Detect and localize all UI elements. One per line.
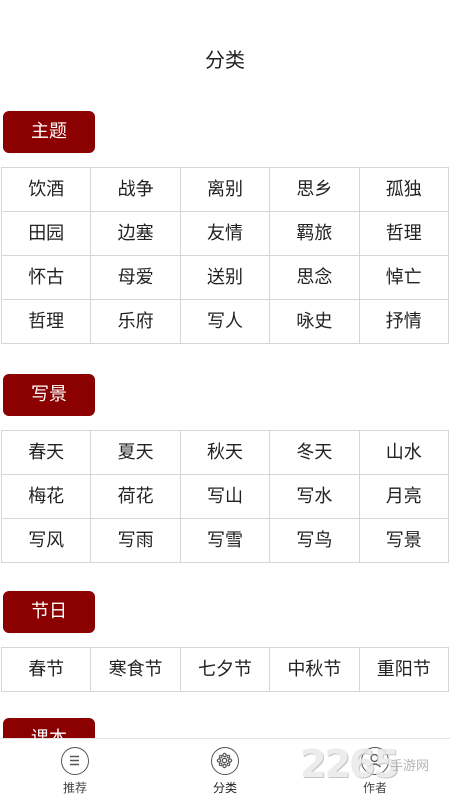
- festival-grid: 春节 寒食节 七夕节 中秋节 重阳节: [1, 647, 449, 692]
- category-item[interactable]: 夏天: [91, 431, 181, 475]
- tab-author[interactable]: 作者: [300, 739, 450, 800]
- theme-grid: 饮酒 战争 离别 思乡 孤独 田园 边塞 友情 羁旅 哲理 怀古 母爱 送别 思…: [1, 167, 449, 344]
- category-item[interactable]: 梅花: [2, 475, 92, 519]
- category-item[interactable]: 悼亡: [359, 256, 449, 300]
- category-item[interactable]: 友情: [180, 212, 271, 256]
- category-item[interactable]: 荷花: [91, 475, 181, 519]
- category-item[interactable]: 写雪: [180, 519, 271, 563]
- category-item[interactable]: 七夕节: [180, 648, 271, 692]
- category-item[interactable]: 战争: [91, 168, 181, 212]
- category-item[interactable]: 写山: [180, 475, 271, 519]
- category-item[interactable]: 抒情: [359, 300, 449, 344]
- category-item[interactable]: 写鸟: [270, 519, 360, 563]
- category-item[interactable]: 春天: [2, 431, 92, 475]
- section-label-scenery: 写景: [3, 374, 95, 416]
- category-item[interactable]: 羁旅: [270, 212, 360, 256]
- category-item[interactable]: 写雨: [91, 519, 181, 563]
- category-item[interactable]: 写景: [359, 519, 449, 563]
- category-item[interactable]: 孤独: [359, 168, 449, 212]
- section-label-theme: 主题: [3, 111, 95, 153]
- scenery-grid: 春天 夏天 秋天 冬天 山水 梅花 荷花 写山 写水 月亮 写风 写雨 写雪 写…: [1, 430, 449, 563]
- category-icon: [211, 747, 239, 775]
- category-content[interactable]: 主题 饮酒 战争 离别 思乡 孤独 田园 边塞 友情 羁旅 哲理 怀古 母爱 送…: [0, 0, 450, 738]
- category-item[interactable]: 哲理: [359, 212, 449, 256]
- category-item[interactable]: 思念: [270, 256, 360, 300]
- category-item[interactable]: 写水: [270, 475, 360, 519]
- category-item[interactable]: 月亮: [359, 475, 449, 519]
- category-item[interactable]: 写风: [2, 519, 92, 563]
- category-item[interactable]: 边塞: [91, 212, 181, 256]
- author-icon: [361, 747, 389, 775]
- tab-category-label: 分类: [212, 781, 237, 795]
- category-item[interactable]: 离别: [180, 168, 271, 212]
- category-item[interactable]: 饮酒: [2, 168, 92, 212]
- list-icon: [61, 747, 89, 775]
- category-item[interactable]: 怀古: [2, 256, 92, 300]
- category-item[interactable]: 思乡: [270, 168, 360, 212]
- category-item[interactable]: 重阳节: [359, 648, 449, 692]
- category-item[interactable]: 田园: [2, 212, 92, 256]
- category-item[interactable]: 写人: [180, 300, 271, 344]
- tab-author-label: 作者: [362, 781, 387, 795]
- category-item[interactable]: 送别: [180, 256, 271, 300]
- category-item[interactable]: 秋天: [180, 431, 271, 475]
- category-item[interactable]: 中秋节: [270, 648, 360, 692]
- tab-recommend-label: 推荐: [62, 781, 87, 795]
- category-item[interactable]: 哲理: [2, 300, 92, 344]
- section-label-festival: 节日: [3, 591, 95, 633]
- category-item[interactable]: 山水: [359, 431, 449, 475]
- category-item[interactable]: 咏史: [270, 300, 360, 344]
- tab-recommend[interactable]: 推荐: [0, 739, 150, 800]
- bottom-tab-bar: 推荐 分类 作者: [0, 738, 450, 800]
- category-item[interactable]: 春节: [2, 648, 92, 692]
- tab-category[interactable]: 分类: [150, 739, 300, 800]
- category-item[interactable]: 母爱: [91, 256, 181, 300]
- section-label-textbook: 课本: [3, 718, 95, 738]
- category-item[interactable]: 乐府: [91, 300, 181, 344]
- category-item[interactable]: 冬天: [270, 431, 360, 475]
- category-item[interactable]: 寒食节: [91, 648, 181, 692]
